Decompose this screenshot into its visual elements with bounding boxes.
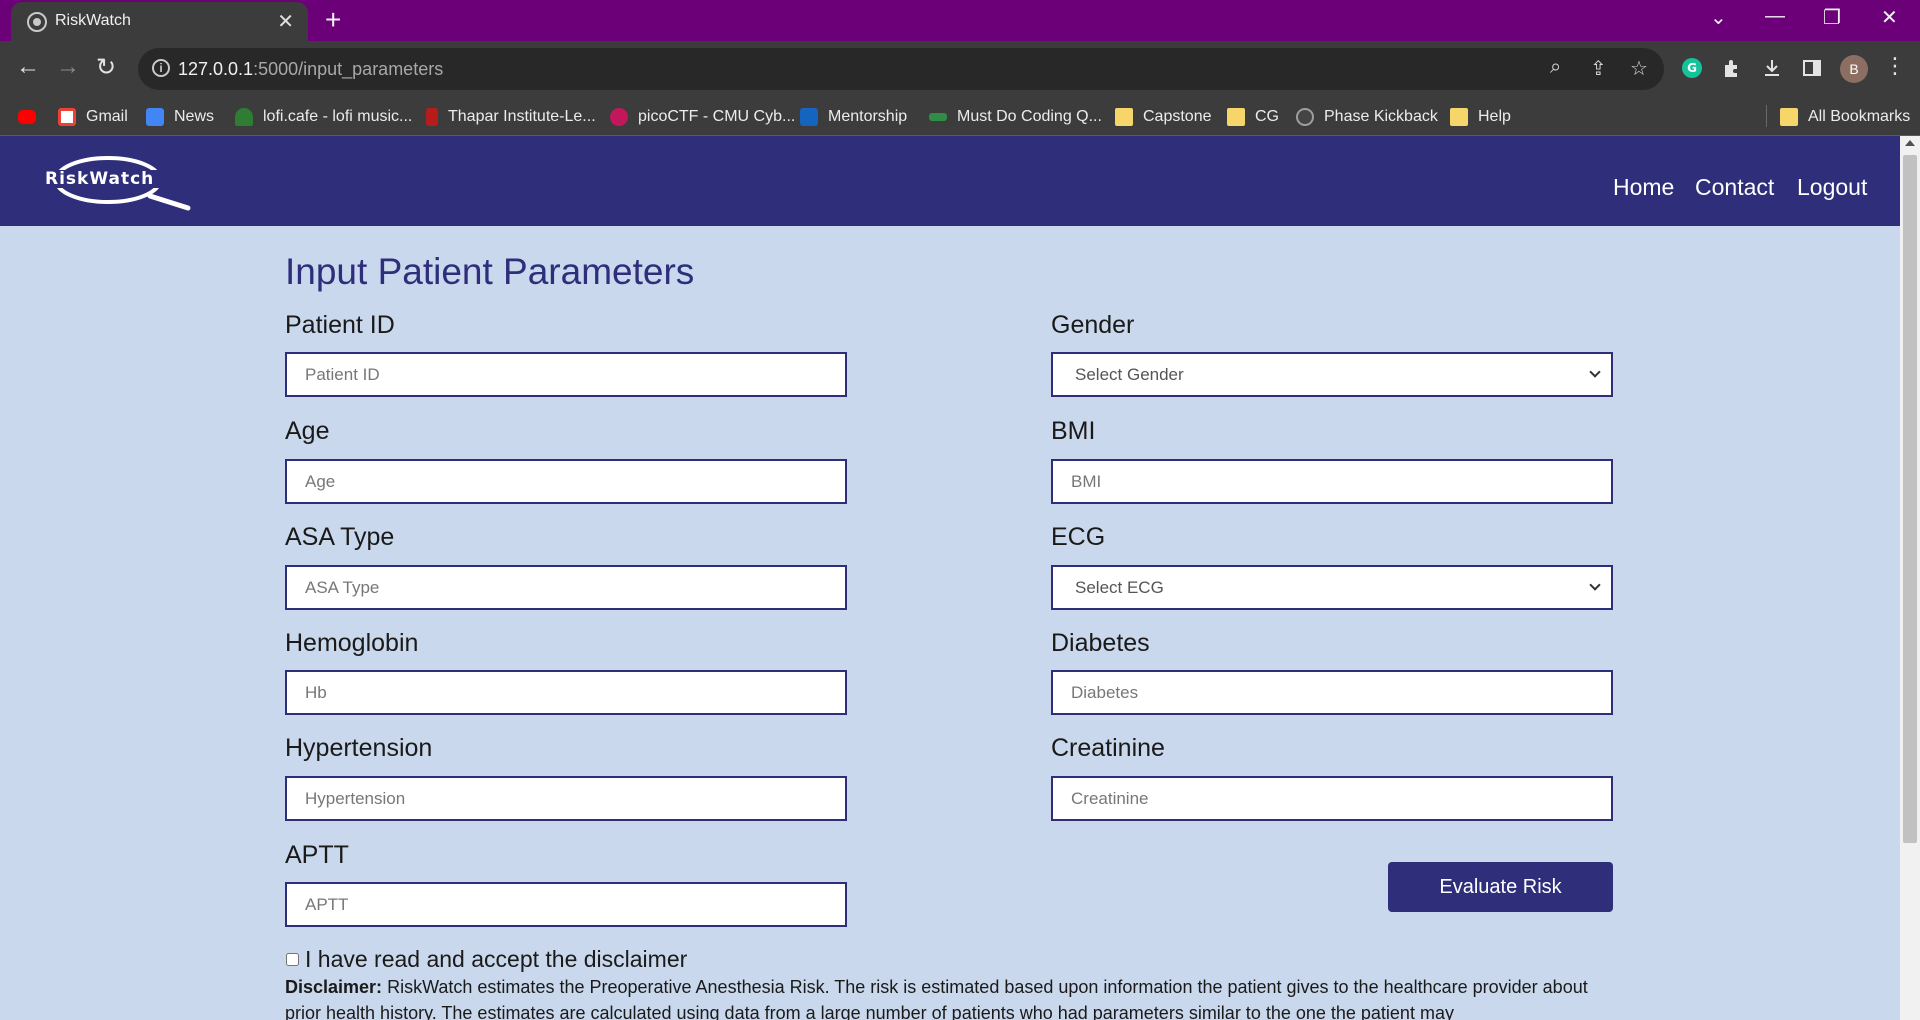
svg-text:G: G	[1687, 61, 1697, 75]
disclaimer-body: RiskWatch estimates the Preoperative Ane…	[285, 977, 1588, 1020]
hypertension-label: Hypertension	[285, 734, 433, 762]
evaluate-risk-button[interactable]: Evaluate Risk	[1388, 862, 1613, 912]
more-menu-icon[interactable]: ⋮	[1884, 53, 1906, 79]
tab-search-chevron-icon[interactable]: ⌄	[1710, 5, 1727, 30]
zoom-icon[interactable]: ⌕	[1550, 56, 1561, 79]
side-panel-icon[interactable]	[1801, 57, 1823, 79]
gender-select[interactable]: Select Gender	[1051, 352, 1613, 397]
forward-icon[interactable]: →	[56, 53, 80, 81]
gender-select-value: Select Gender	[1075, 364, 1184, 384]
extensions-icon[interactable]	[1721, 57, 1743, 79]
back-icon[interactable]: ←	[16, 53, 40, 81]
browser-toolbar: ← → ↻ i 127.0.0.1:5000/input_parameters …	[0, 41, 1920, 97]
headphones-icon	[235, 108, 253, 126]
download-icon[interactable]	[1761, 57, 1783, 79]
folder-icon	[1450, 108, 1468, 126]
bookmark-folder-help[interactable]: Help	[1450, 106, 1511, 128]
restore-icon[interactable]: ❐	[1823, 5, 1841, 30]
mentorship-icon	[800, 108, 818, 126]
bookmark-folder-cg[interactable]: CG	[1227, 106, 1279, 128]
asa-type-label: ASA Type	[285, 523, 395, 551]
gmail-icon	[58, 108, 76, 126]
youtube-icon	[18, 110, 36, 124]
aptt-label: APTT	[285, 841, 349, 869]
diabetes-input[interactable]	[1051, 670, 1613, 715]
hypertension-input[interactable]	[285, 776, 847, 821]
disclaimer-accept-row: I have read and accept the disclaimer	[286, 946, 687, 973]
nav-home-link[interactable]: Home	[1613, 174, 1674, 201]
disclaimer-checkbox-label: I have read and accept the disclaimer	[305, 946, 688, 972]
new-tab-icon[interactable]: +	[325, 4, 341, 36]
asa-type-input[interactable]	[285, 565, 847, 610]
folder-icon	[1227, 108, 1245, 126]
bookmark-thapar[interactable]: Thapar Institute-Le...	[426, 106, 596, 128]
close-window-icon[interactable]: ✕	[1881, 5, 1898, 30]
close-tab-icon[interactable]: ✕	[277, 9, 294, 34]
aptt-input[interactable]	[285, 882, 847, 927]
geeksforgeeks-icon	[929, 113, 947, 121]
ecg-label: ECG	[1051, 523, 1106, 551]
bookmarks-bar: Gmail News lofi.cafe - lofi music... Tha…	[0, 97, 1920, 136]
disclaimer-text: Disclaimer: RiskWatch estimates the Preo…	[285, 974, 1615, 1020]
profile-avatar[interactable]: B	[1840, 55, 1868, 83]
page-title: Input Patient Parameters	[285, 251, 695, 292]
site-navbar: RiskWatch Home Contact Logout	[0, 136, 1900, 226]
creatinine-label: Creatinine	[1051, 734, 1165, 762]
all-bookmarks[interactable]: All Bookmarks	[1780, 106, 1910, 128]
share-icon[interactable]: ⇪	[1590, 56, 1607, 81]
picoctf-icon	[610, 108, 628, 126]
tab-title: RiskWatch	[55, 12, 131, 29]
globe-icon	[27, 12, 47, 32]
patient-id-input[interactable]	[285, 352, 847, 397]
logo-text: RiskWatch	[45, 169, 155, 189]
riskwatch-logo[interactable]: RiskWatch	[40, 150, 200, 214]
bookmark-gmail[interactable]: Gmail	[58, 106, 128, 128]
creatinine-input[interactable]	[1051, 776, 1613, 821]
browser-tab-bar: RiskWatch ✕ + ⌄ — ❐ ✕	[0, 0, 1920, 41]
address-bar[interactable]: i 127.0.0.1:5000/input_parameters ⌕ ⇪ ☆	[138, 48, 1664, 90]
folder-icon	[1115, 108, 1133, 126]
disclaimer-checkbox[interactable]	[286, 953, 299, 966]
disclaimer-heading: Disclaimer:	[285, 977, 383, 997]
diabetes-label: Diabetes	[1051, 629, 1150, 657]
nav-logout-link[interactable]: Logout	[1797, 174, 1867, 201]
bookmark-star-icon[interactable]: ☆	[1630, 56, 1648, 81]
globe-icon	[1296, 108, 1314, 126]
scroll-up-arrow-icon[interactable]	[1905, 140, 1915, 146]
ecg-select-value: Select ECG	[1075, 577, 1164, 597]
thapar-icon	[426, 108, 438, 126]
nav-contact-link[interactable]: Contact	[1695, 174, 1774, 201]
bookmark-lofi-cafe[interactable]: lofi.cafe - lofi music...	[235, 106, 412, 128]
age-label: Age	[285, 417, 330, 445]
folder-icon	[1780, 108, 1798, 126]
bookmark-mentorship[interactable]: Mentorship	[800, 106, 907, 128]
age-input[interactable]	[285, 459, 847, 504]
patient-id-label: Patient ID	[285, 311, 395, 339]
gender-label: Gender	[1051, 311, 1135, 339]
url-text[interactable]: 127.0.0.1:5000/input_parameters	[178, 59, 443, 80]
bookmark-news[interactable]: News	[146, 106, 214, 128]
chevron-down-icon	[1589, 579, 1601, 591]
google-news-icon	[146, 108, 164, 126]
scrollbar-thumb[interactable]	[1903, 155, 1917, 843]
site-info-icon[interactable]: i	[152, 59, 170, 77]
chevron-down-icon	[1589, 366, 1601, 378]
browser-tab[interactable]: RiskWatch ✕	[11, 2, 308, 41]
hemoglobin-input[interactable]	[285, 670, 847, 715]
bookmark-picoctf[interactable]: picoCTF - CMU Cyb...	[610, 106, 795, 128]
ecg-select[interactable]: Select ECG	[1051, 565, 1613, 610]
bookmark-must-do-coding[interactable]: Must Do Coding Q...	[929, 106, 1102, 128]
reload-icon[interactable]: ↻	[96, 53, 116, 82]
hemoglobin-label: Hemoglobin	[285, 629, 419, 657]
bookmarks-divider	[1766, 105, 1767, 127]
bookmark-youtube[interactable]	[18, 106, 36, 128]
bookmark-phase-kickback[interactable]: Phase Kickback	[1296, 106, 1438, 128]
bmi-label: BMI	[1051, 417, 1096, 445]
minimize-icon[interactable]: —	[1765, 5, 1785, 28]
grammarly-icon[interactable]: G	[1681, 57, 1703, 79]
bmi-input[interactable]	[1051, 459, 1613, 504]
bookmark-folder-capstone[interactable]: Capstone	[1115, 106, 1212, 128]
